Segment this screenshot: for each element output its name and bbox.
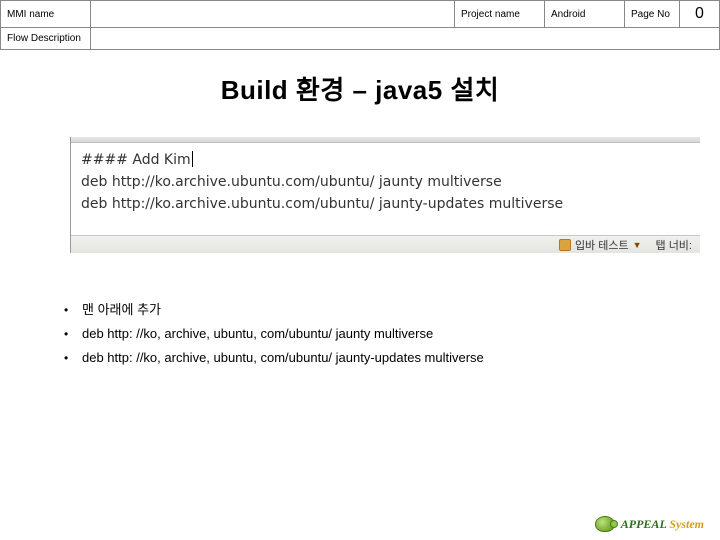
flow-value (91, 28, 720, 50)
flow-label: Flow Description (1, 28, 91, 50)
logo-icon (595, 516, 615, 532)
brand-part-b: System (669, 517, 704, 531)
statusbar-item: 탭 너비: (656, 237, 692, 253)
status-text: 탭 너비: (656, 237, 692, 253)
editor-line: #### Add Kim (81, 149, 690, 171)
project-label: Project name (455, 1, 545, 28)
project-value: Android (545, 1, 625, 28)
footer-brand: APPEAL System (621, 517, 704, 532)
page-value: 0 (680, 1, 720, 28)
status-text: 입바 테스트 (575, 237, 629, 253)
editor-line: deb http://ko.archive.ubuntu.com/ubuntu/… (81, 193, 690, 215)
footer: APPEAL System (595, 516, 704, 532)
editor-body: #### Add Kim deb http://ko.archive.ubunt… (71, 143, 700, 235)
statusbar-item: 입바 테스트 ▼ (559, 237, 642, 253)
editor-screenshot: #### Add Kim deb http://ko.archive.ubunt… (70, 137, 700, 253)
status-icon (559, 239, 571, 251)
list-item: 맨 아래에 추가 (60, 298, 720, 322)
chevron-down-icon: ▼ (633, 240, 642, 250)
mmi-value (91, 1, 455, 28)
header-table: MMI name Project name Android Page No 0 … (0, 0, 720, 50)
list-item: deb http: //ko, archive, ubuntu, com/ubu… (60, 322, 720, 346)
mmi-label: MMI name (1, 1, 91, 28)
list-item: deb http: //ko, archive, ubuntu, com/ubu… (60, 346, 720, 370)
text-caret (192, 151, 193, 167)
brand-part-a: APPEAL (621, 517, 667, 531)
page-title: Build 환경 – java5 설치 (0, 70, 720, 107)
editor-text: #### Add Kim (81, 152, 191, 168)
page-label: Page No (625, 1, 680, 28)
editor-statusbar: 입바 테스트 ▼ 탭 너비: (71, 235, 700, 253)
bullet-list: 맨 아래에 추가 deb http: //ko, archive, ubuntu… (60, 298, 720, 370)
editor-line: deb http://ko.archive.ubuntu.com/ubuntu/… (81, 171, 690, 193)
